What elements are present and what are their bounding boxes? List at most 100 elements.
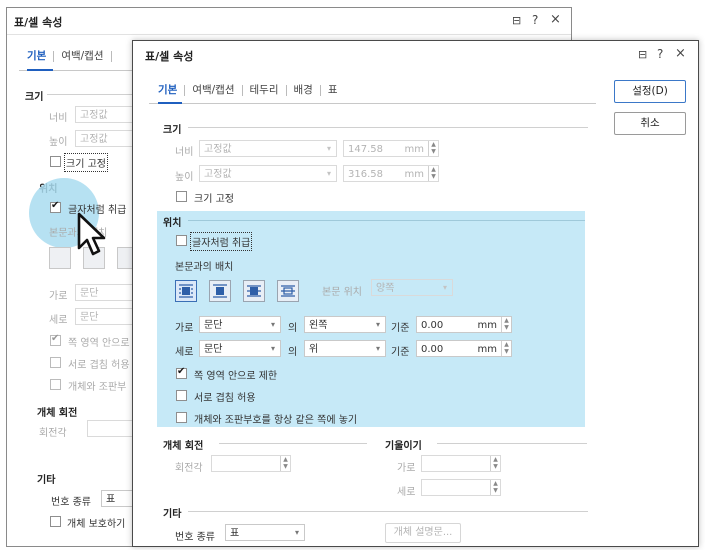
spinner-icon[interactable]: ▲ ▼ bbox=[501, 317, 511, 332]
front-close-icon[interactable]: × bbox=[675, 46, 686, 61]
front-width-label: 너비 bbox=[175, 147, 194, 158]
front-tab-bg[interactable]: 배경 bbox=[294, 82, 313, 97]
back-etc-heading: 기타 bbox=[37, 475, 56, 486]
front-tilt-vert-field[interactable]: ▲ ▼ bbox=[421, 479, 501, 496]
front-height-label: 높이 bbox=[175, 172, 194, 183]
front-fix-size-checkbox[interactable] bbox=[176, 191, 187, 202]
back-overlap-checkbox[interactable] bbox=[50, 357, 61, 368]
front-angle-field[interactable]: ▲ ▼ bbox=[211, 455, 291, 472]
front-collapse-icon[interactable]: ⊟ bbox=[638, 48, 647, 61]
back-horiz-ref[interactable]: 문단 bbox=[75, 284, 137, 301]
front-numtype-select[interactable]: 표 ▾ bbox=[225, 524, 305, 541]
front-tab-table[interactable]: 표 bbox=[328, 82, 338, 97]
chevron-down-icon: ▾ bbox=[326, 144, 331, 153]
back-width-mode[interactable]: 고정값 bbox=[75, 106, 137, 123]
back-vert-ref[interactable]: 문단 bbox=[75, 308, 137, 325]
front-etc-line bbox=[188, 511, 588, 512]
front-tab-border[interactable]: 테두리 bbox=[250, 82, 279, 97]
front-vert-ref-select[interactable]: 문단 ▾ bbox=[199, 340, 281, 357]
back-limit-label: 쪽 영역 안으로 bbox=[68, 338, 130, 349]
mouse-cursor-icon bbox=[77, 212, 106, 256]
spinner-icon[interactable]: ▲ ▼ bbox=[428, 166, 438, 181]
back-overlap-label: 서로 겹침 허용 bbox=[68, 360, 130, 371]
front-width-number: 147.58 bbox=[348, 144, 383, 155]
front-tab-basic[interactable]: 기본 bbox=[158, 82, 177, 97]
front-vert-align-select[interactable]: 위 ▾ bbox=[304, 340, 386, 357]
back-same-page-label: 개체와 조판부 bbox=[68, 382, 127, 393]
wrap-top-bottom-icon[interactable] bbox=[209, 280, 231, 302]
wrap-square-icon[interactable] bbox=[175, 280, 197, 302]
spinner-icon[interactable]: ▲ ▼ bbox=[280, 456, 290, 471]
front-tab-margin[interactable]: 여백/캡션 bbox=[192, 82, 234, 97]
back-horiz-label: 가로 bbox=[49, 291, 68, 302]
front-horiz-ref-value: 문단 bbox=[204, 320, 223, 331]
front-horiz-label: 가로 bbox=[175, 323, 194, 334]
spinner-icon[interactable]: ▲ ▼ bbox=[490, 456, 500, 471]
front-body-pos-value: 양쪽 bbox=[376, 283, 395, 294]
front-height-mode-value: 고정값 bbox=[204, 169, 232, 180]
back-collapse-icon[interactable]: ⊟ bbox=[512, 14, 521, 27]
back-protect-label: 개체 보호하기 bbox=[67, 519, 126, 530]
front-tabs: 기본 여백/캡션 테두리 배경 표 bbox=[158, 82, 338, 97]
front-height-number: 316.58 bbox=[348, 169, 383, 180]
front-width-mode-select[interactable]: 고정값 ▾ bbox=[199, 140, 337, 157]
front-vert-value[interactable]: 0.00 mm ▲ ▼ bbox=[416, 340, 512, 357]
front-height-value[interactable]: 316.58 mm ▲ ▼ bbox=[343, 165, 439, 182]
wrap-in-front-icon[interactable] bbox=[277, 280, 299, 302]
spinner-icon[interactable]: ▲ ▼ bbox=[428, 141, 438, 156]
back-protect-checkbox[interactable] bbox=[50, 516, 61, 527]
front-fix-size-label: 크기 고정 bbox=[194, 194, 234, 205]
back-height-mode[interactable]: 고정값 bbox=[75, 130, 137, 147]
front-vert-of: 의 bbox=[288, 347, 298, 358]
object-description-button[interactable]: 개체 설명문... bbox=[385, 523, 461, 543]
front-horiz-number: 0.00 bbox=[421, 320, 444, 331]
front-limit-checkbox[interactable] bbox=[176, 366, 187, 379]
front-tilt-horiz-field[interactable]: ▲ ▼ bbox=[421, 455, 501, 472]
back-angle-field[interactable] bbox=[87, 420, 137, 437]
front-vert-unit: mm bbox=[477, 344, 497, 355]
front-height-mode-select[interactable]: 고정값 ▾ bbox=[199, 165, 337, 182]
back-same-page-checkbox[interactable] bbox=[50, 379, 61, 390]
front-width-value[interactable]: 147.58 mm ▲ ▼ bbox=[343, 140, 439, 157]
front-treat-as-char-checkbox[interactable] bbox=[176, 235, 187, 246]
front-titlebar[interactable] bbox=[133, 41, 698, 67]
chevron-down-icon: ▾ bbox=[294, 528, 299, 537]
spinner-icon[interactable]: ▲ ▼ bbox=[501, 341, 511, 356]
back-help-icon[interactable]: ? bbox=[532, 13, 538, 27]
back-tab-underline bbox=[27, 69, 53, 71]
ok-button[interactable]: 설정(D) bbox=[614, 80, 686, 103]
front-horiz-ref-select[interactable]: 문단 ▾ bbox=[199, 316, 281, 333]
front-horiz-unit: mm bbox=[477, 320, 497, 331]
cancel-button[interactable]: 취소 bbox=[614, 112, 686, 135]
back-close-icon[interactable]: × bbox=[550, 12, 561, 27]
back-fix-size-checkbox[interactable] bbox=[50, 156, 61, 167]
front-height-unit: mm bbox=[404, 169, 424, 180]
front-angle-label: 회전각 bbox=[175, 463, 203, 474]
front-tilt-vert-label: 세로 bbox=[397, 487, 416, 498]
back-titlebar[interactable] bbox=[7, 8, 571, 35]
front-width-unit: mm bbox=[404, 144, 424, 155]
spinner-icon[interactable]: ▲ ▼ bbox=[490, 480, 500, 495]
front-title: 표/셀 속성 bbox=[145, 50, 194, 63]
front-same-page-label: 개체와 조판부호를 항상 같은 쪽에 놓기 bbox=[194, 415, 358, 426]
front-vert-base: 기준 bbox=[391, 347, 410, 358]
front-body-pos-label: 본문 위치 bbox=[322, 287, 362, 298]
back-tab-margin[interactable]: 여백/캡션 bbox=[61, 48, 103, 63]
wrap-behind-text-icon[interactable] bbox=[243, 280, 265, 302]
front-etc-heading: 기타 bbox=[163, 509, 182, 520]
back-tab-basic[interactable]: 기본 bbox=[27, 48, 46, 63]
chevron-down-icon: ▾ bbox=[375, 344, 380, 353]
back-treat-as-char-checkbox[interactable] bbox=[50, 200, 61, 213]
front-treat-as-char-label: 글자처럼 취급 bbox=[189, 232, 253, 251]
front-width-mode-value: 고정값 bbox=[204, 144, 232, 155]
front-horiz-align-select[interactable]: 왼쪽 ▾ bbox=[304, 316, 386, 333]
back-limit-checkbox[interactable] bbox=[50, 333, 61, 346]
back-tabs: 기본 여백/캡션 bbox=[27, 48, 119, 63]
front-same-page-checkbox[interactable] bbox=[176, 412, 187, 423]
front-overlap-checkbox[interactable] bbox=[176, 390, 187, 401]
back-fix-size-label: 크기 고정 bbox=[64, 153, 108, 172]
back-wrap-square-icon[interactable] bbox=[49, 247, 71, 269]
front-help-icon[interactable]: ? bbox=[657, 47, 663, 61]
front-horiz-value[interactable]: 0.00 mm ▲ ▼ bbox=[416, 316, 512, 333]
front-body-pos-select[interactable]: 양쪽 ▾ bbox=[371, 279, 453, 296]
